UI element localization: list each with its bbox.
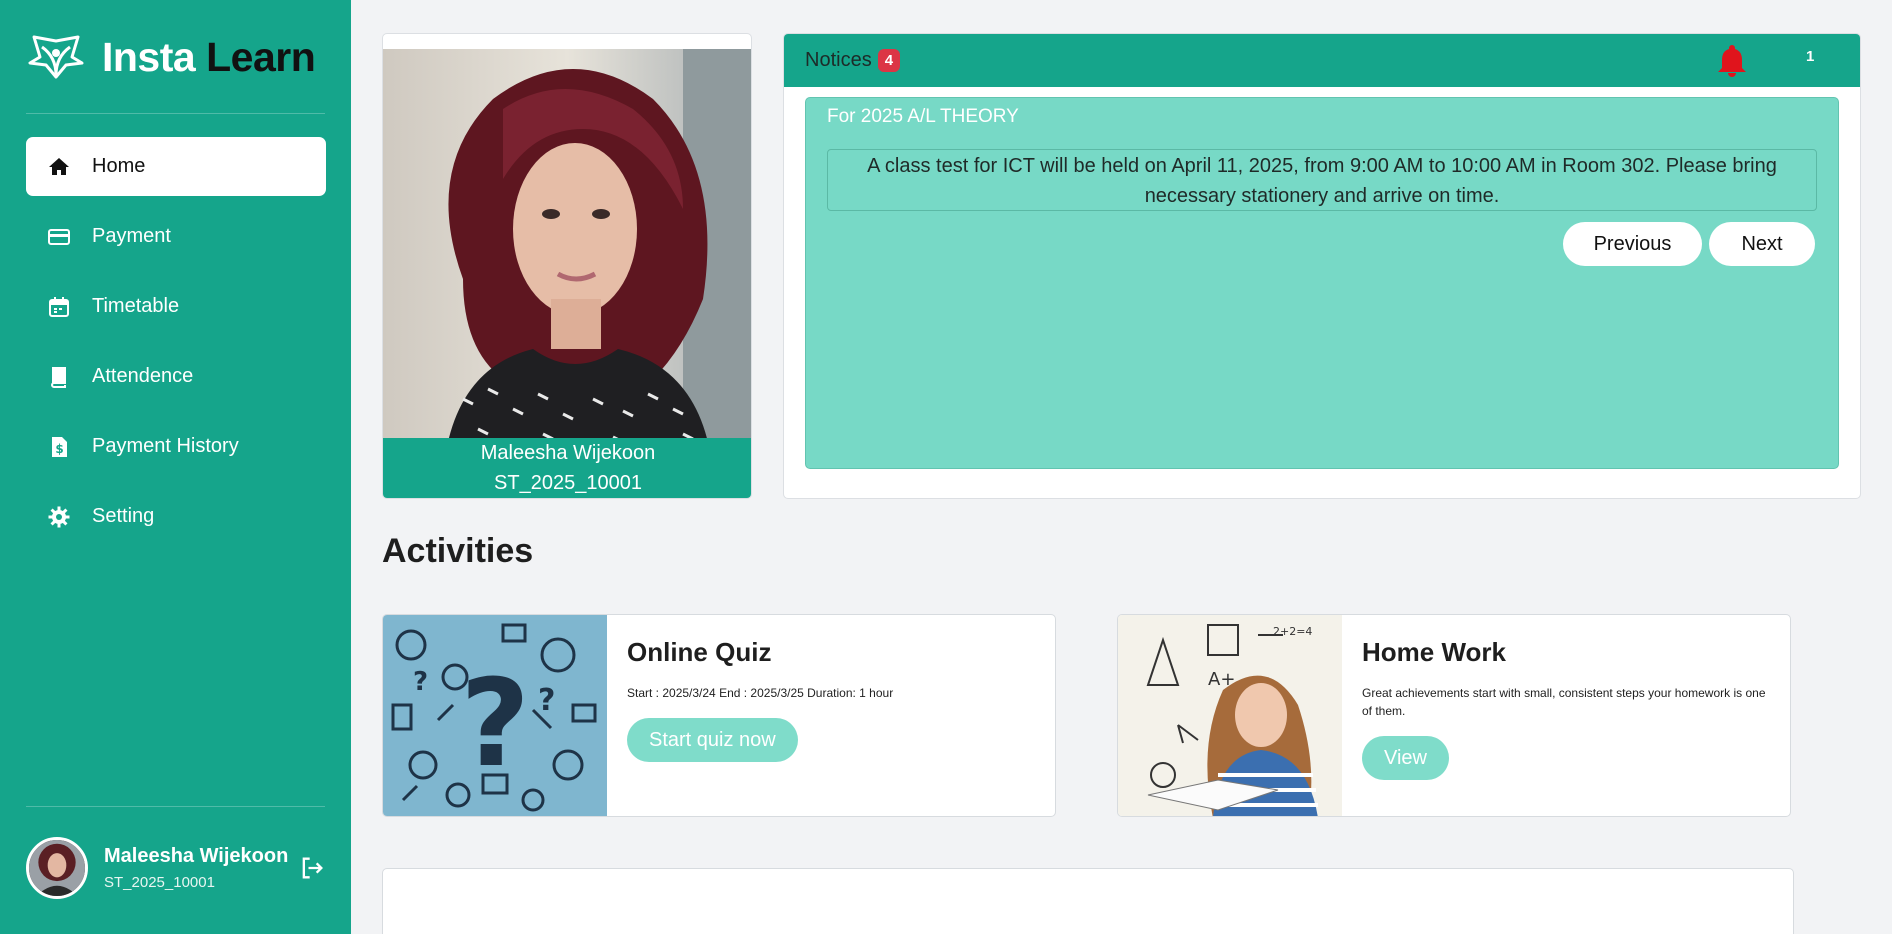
logo-icon [28,35,84,78]
start-quiz-button[interactable]: Start quiz now [627,718,798,762]
notices-count-badge: 4 [877,49,901,72]
activity-body: Online Quiz Start : 2025/3/24 End : 2025… [627,637,1039,762]
sidebar-item-payment-history[interactable]: $ Payment History [26,417,326,476]
notice-category: For 2025 A/L THEORY [827,106,1019,127]
sidebar-user: Maleesha Wijekoon ST_2025_10001 [26,836,326,900]
user-name: Maleesha Wijekoon [104,845,289,867]
notice-message: A class test for ICT will be held on Apr… [827,149,1817,211]
profile-photo [383,49,751,473]
content-card [382,868,1794,934]
bell-icon[interactable] [1716,43,1748,77]
sidebar-item-attendence[interactable]: Attendence [26,347,326,406]
brand[interactable]: Insta Learn [26,34,316,81]
sidebar-nav: Home Payment Timetable Attendence $ Paym… [26,137,326,557]
sidebar-item-label: Attendence [92,365,194,387]
next-button[interactable]: Next [1709,222,1815,266]
profile-id: ST_2025_10001 [494,472,642,494]
activity-description: Great achievements start with small, con… [1362,686,1766,718]
profile-name: Maleesha Wijekoon [480,442,656,464]
brand-name: Insta Learn [102,34,316,80]
notices-panel: Notices 4 1 For 2025 A/L THEORY A class … [783,33,1861,499]
activity-title: Online Quiz [627,637,772,667]
user-info: Maleesha Wijekoon ST_2025_10001 [104,845,288,891]
activity-body: Home Work Great achievements start with … [1362,637,1774,780]
activity-card-quiz: ? ? ? Online Quiz Start : 2025/3/24 End … [382,614,1056,817]
svg-text:$: $ [55,442,63,456]
activities-title: Activities [382,532,534,570]
sidebar-item-label: Home [92,155,146,177]
svg-text:2+2=4: 2+2=4 [1273,625,1312,638]
sidebar-item-label: Payment History [92,435,239,457]
sidebar: Insta Learn Home Payment Timetable Atten… [0,0,351,934]
svg-text:?: ? [413,667,428,697]
credit-card-icon [46,224,72,250]
quiz-illustration: ? ? ? [383,615,607,816]
activity-description: Start : 2025/3/24 End : 2025/3/25 Durati… [627,686,894,700]
divider [26,806,325,807]
profile-footer: Maleesha Wijekoon ST_2025_10001 [383,438,751,498]
svg-text:?: ? [460,655,530,794]
calendar-icon [46,294,72,320]
home-icon [46,154,72,180]
gear-icon [46,504,72,530]
activity-title: Home Work [1362,637,1506,667]
logout-icon[interactable] [298,854,326,882]
sidebar-item-label: Setting [92,505,155,527]
homework-illustration: A+ 2+2=4 [1118,615,1342,816]
profile-card: Maleesha Wijekoon ST_2025_10001 [382,33,752,499]
sidebar-item-timetable[interactable]: Timetable [26,277,326,336]
book-icon [46,364,72,390]
notices-title: Notices [805,49,872,71]
sidebar-item-payment[interactable]: Payment [26,207,326,266]
sidebar-item-label: Timetable [92,295,180,317]
notices-header: Notices 4 1 [784,34,1860,87]
sidebar-item-home[interactable]: Home [26,137,326,196]
notification-count: 1 [1806,48,1815,65]
avatar [26,837,88,899]
svg-text:?: ? [538,683,555,718]
sidebar-item-setting[interactable]: Setting [26,487,326,546]
user-id: ST_2025_10001 [104,874,215,891]
divider [26,113,325,114]
invoice-dollar-icon: $ [46,434,72,460]
view-homework-button[interactable]: View [1362,736,1449,780]
sidebar-item-label: Payment [92,225,171,247]
previous-button[interactable]: Previous [1563,222,1702,266]
notice-item: For 2025 A/L THEORY A class test for ICT… [805,97,1839,469]
activity-card-homework: A+ 2+2=4 Home Work Great achievements st… [1117,614,1791,817]
